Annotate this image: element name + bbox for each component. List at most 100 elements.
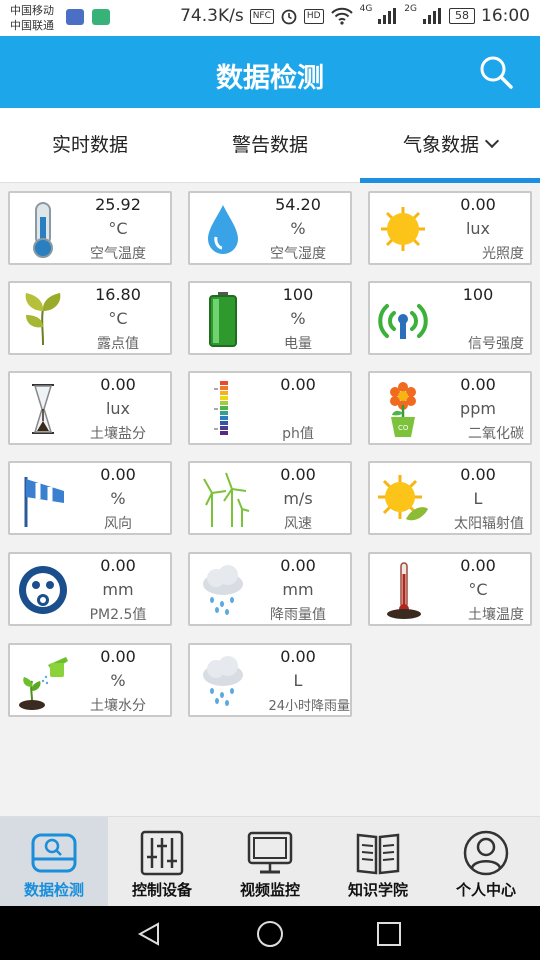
card-unit: mm (282, 580, 314, 599)
back-icon[interactable] (136, 921, 162, 947)
clock: 16:00 (481, 6, 530, 26)
card-battery-level[interactable]: 100 % 电量 (188, 281, 352, 355)
gallery-notification-icon (66, 9, 84, 25)
card-unit: % (110, 671, 126, 690)
edit-notification-icon (92, 9, 110, 25)
card-label: 光照度 (482, 246, 524, 262)
card-label: 太阳辐射值 (454, 516, 524, 532)
card-rainfall[interactable]: 0.00 mm 降雨量值 (188, 552, 352, 626)
card-value: 0.00 (100, 465, 136, 484)
card-label: 空气湿度 (270, 246, 326, 262)
network-speed: 74.3K/s (180, 6, 244, 26)
card-unit: m/s (283, 489, 313, 508)
card-unit: °C (468, 580, 488, 599)
card-label: 土壤盐分 (90, 426, 146, 442)
nav-video-monitor[interactable]: 视频监控 (216, 817, 324, 907)
card-solar-radiation[interactable]: 0.00 L 太阳辐射值 (368, 461, 532, 535)
network-type-2: 2G (404, 4, 417, 14)
card-value: 25.92 (95, 195, 141, 214)
hourglass-icon (32, 384, 54, 434)
tab-label: 实时数据 (51, 134, 128, 156)
chevron-down-icon (484, 133, 500, 149)
nav-label: 个人中心 (455, 881, 516, 899)
book-icon (356, 833, 400, 875)
network-type-1: 4G (359, 4, 373, 14)
carrier-info: 中国移动 中国联通 (10, 3, 54, 33)
card-label: 降雨量值 (270, 607, 326, 623)
tab-weather[interactable]: 气象数据 (360, 108, 540, 183)
card-label: 二氧化碳 (468, 426, 524, 442)
card-value: 0.00 (280, 556, 316, 575)
system-nav-bar (0, 906, 540, 960)
card-soil-temperature[interactable]: 0.00 °C 土壤温度 (368, 552, 532, 626)
card-illuminance[interactable]: 0.00 lux 光照度 (368, 191, 532, 265)
user-icon (463, 830, 509, 876)
tab-realtime[interactable]: 实时数据 (0, 108, 180, 183)
search-icon[interactable] (478, 54, 514, 90)
carrier-1: 中国移动 (10, 4, 54, 17)
nav-label: 知识学院 (347, 881, 408, 899)
card-co2[interactable]: CO 0.00 ppm 二氧化碳 (368, 371, 532, 445)
tab-warning[interactable]: 警告数据 (180, 108, 360, 183)
svg-text:CO: CO (398, 424, 409, 432)
windsock-icon (24, 477, 64, 527)
card-wind-speed[interactable]: 0.00 m/s 风速 (188, 461, 352, 535)
card-unit: L (293, 671, 303, 690)
rain-cloud-icon (203, 656, 243, 706)
card-signal-strength[interactable]: 100 信号强度 (368, 281, 532, 355)
tab-label: 警告数据 (231, 134, 308, 156)
card-label: 土壤温度 (468, 607, 524, 623)
card-value: 0.00 (460, 375, 496, 394)
alarm-icon (281, 9, 297, 25)
nav-label: 控制设备 (131, 881, 192, 899)
watering-can-icon (19, 657, 68, 710)
card-value: 100 (282, 285, 314, 304)
card-value: 0.00 (280, 465, 316, 484)
sun-leaf-icon (378, 475, 428, 521)
card-dew-point[interactable]: 16.80 °C 露点值 (8, 281, 172, 355)
card-soil-salinity[interactable]: 0.00 lux 土壤盐分 (8, 371, 172, 445)
nfc-icon: NFC (249, 8, 274, 24)
signal-icon (378, 304, 428, 339)
card-unit: lux (105, 399, 131, 418)
page-title: 数据检测 (216, 63, 324, 94)
card-value: 0.00 (280, 647, 316, 666)
nav-profile[interactable]: 个人中心 (432, 817, 540, 907)
card-pm25[interactable]: 0.00 mm PM2.5值 (8, 552, 172, 626)
app-header: 数据检测 (0, 36, 540, 108)
card-value: 0.00 (280, 375, 316, 394)
card-value: 0.00 (460, 195, 496, 214)
card-unit: lux (465, 219, 491, 238)
card-unit: ppm (460, 399, 496, 418)
status-right: 74.3K/s NFC HD 4G 2G 58 16:00 (180, 4, 530, 26)
card-rainfall-24h[interactable]: 0.00 L 24小时降雨量 (188, 643, 352, 717)
gas-mask-icon (19, 566, 67, 614)
card-label: 电量 (284, 336, 312, 352)
card-unit: % (290, 219, 306, 238)
wind-turbine-icon (203, 472, 250, 527)
bottom-nav: 数据检测 控制设备 视频监控 知识学院 个人中心 (0, 816, 540, 907)
card-air-temperature[interactable]: 25.92 °C 空气温度 (8, 191, 172, 265)
status-bar: 中国移动 中国联通 74.3K/s NFC HD 4G 2G 58 16:00 (0, 0, 540, 36)
hd-icon: HD (303, 8, 324, 24)
card-air-humidity[interactable]: 54.20 % 空气湿度 (188, 191, 352, 265)
nav-knowledge[interactable]: 知识学院 (324, 817, 432, 907)
card-label: 空气温度 (90, 246, 146, 262)
card-unit: L (473, 489, 483, 508)
recents-icon[interactable] (376, 921, 402, 947)
card-label: 24小时降雨量 (268, 699, 350, 714)
carrier-2: 中国联通 (10, 19, 54, 32)
tab-selected-indicator (360, 178, 540, 183)
card-soil-moisture[interactable]: 0.00 % 土壤水分 (8, 643, 172, 717)
card-wind-direction[interactable]: 0.00 % 风向 (8, 461, 172, 535)
rain-cloud-icon (203, 565, 243, 615)
card-ph-value[interactable]: 0.00 ph值 (188, 371, 352, 445)
signal-bars-icon (378, 8, 398, 24)
home-icon[interactable] (256, 920, 284, 948)
tab-label: 气象数据 (402, 134, 479, 156)
card-value: 0.00 (100, 375, 136, 394)
water-drop-icon (208, 205, 238, 254)
nav-control-devices[interactable]: 控制设备 (108, 817, 216, 907)
nav-data-monitor[interactable]: 数据检测 (0, 817, 108, 907)
sliders-icon (140, 830, 184, 876)
